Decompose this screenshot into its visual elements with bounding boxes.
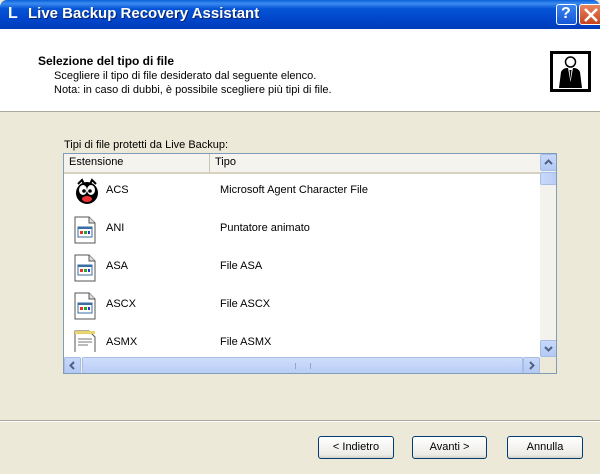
row-type: File ASA [220,260,263,272]
row-type: File ASCX [220,298,271,310]
chevron-down-icon [544,346,553,352]
column-header-type[interactable]: Tipo [210,154,540,172]
agent-character-icon [74,178,98,206]
list-item[interactable]: ASMX File ASMX [64,326,540,352]
vertical-scroll-thumb[interactable] [540,172,556,185]
list-header: Estensione Tipo [64,154,540,174]
back-button[interactable]: < Indietro [318,436,394,459]
title-bar[interactable]: L Live Backup Recovery Assistant ? [0,0,600,29]
row-type: Puntatore animato [220,222,310,234]
chevron-right-icon [529,361,535,370]
generic-file-icon [74,216,96,244]
row-extension: ASMX [106,336,138,348]
list-item[interactable]: ASCX File ASCX [64,288,540,325]
close-icon [584,8,598,22]
close-button[interactable] [579,4,600,25]
chevron-up-icon [544,159,553,165]
scroll-left-button[interactable] [64,357,81,373]
chevron-left-icon [69,361,75,370]
file-types-label: Tipi di file protetti da Live Backup: [64,139,229,151]
footer-separator [0,420,600,422]
generic-file-icon [74,254,96,282]
list-rows: ACS Microsoft Agent Character File ANI P… [64,174,540,352]
scroll-up-button[interactable] [540,154,556,171]
row-type: File ASMX [220,336,272,348]
wizard-window: L Live Backup Recovery Assistant ? Selez… [0,0,600,474]
row-extension: ANI [106,222,125,234]
row-type: Microsoft Agent Character File [220,184,368,196]
page-subtitle: Scegliere il tipo di file desiderato dal… [54,70,317,82]
generic-file-icon [74,292,96,320]
vertical-scrollbar[interactable] [540,154,556,357]
scroll-grip-icon [295,363,311,369]
list-item[interactable]: ASA File ASA [64,250,540,287]
page-title: Selezione del tipo di file [38,54,175,68]
scrollbar-corner [540,357,556,373]
window-title: Live Backup Recovery Assistant [28,5,260,22]
horizontal-scrollbar[interactable] [64,357,540,373]
wizard-header: Selezione del tipo di file Scegliere il … [0,29,600,112]
next-button[interactable]: Avanti > [412,436,487,459]
help-button[interactable]: ? [556,4,577,25]
notepad-file-icon [74,330,96,352]
assistant-person-icon [550,51,591,92]
list-item[interactable]: ACS Microsoft Agent Character File [64,174,540,211]
list-item[interactable]: ANI Puntatore animato [64,212,540,249]
row-extension: ACS [106,184,129,196]
row-extension: ASCX [106,298,136,310]
row-extension: ASA [106,260,129,272]
file-types-list[interactable]: Estensione Tipo ACS Microsoft Agent Char… [63,153,557,374]
page-note: Nota: in caso di dubbi, è possibile sceg… [54,84,332,96]
column-header-extension[interactable]: Estensione [64,154,210,172]
scroll-down-button[interactable] [540,340,556,357]
horizontal-scroll-thumb[interactable] [82,357,523,373]
scroll-right-button[interactable] [523,357,540,373]
app-icon: L [8,5,18,22]
cancel-button[interactable]: Annulla [507,436,583,459]
